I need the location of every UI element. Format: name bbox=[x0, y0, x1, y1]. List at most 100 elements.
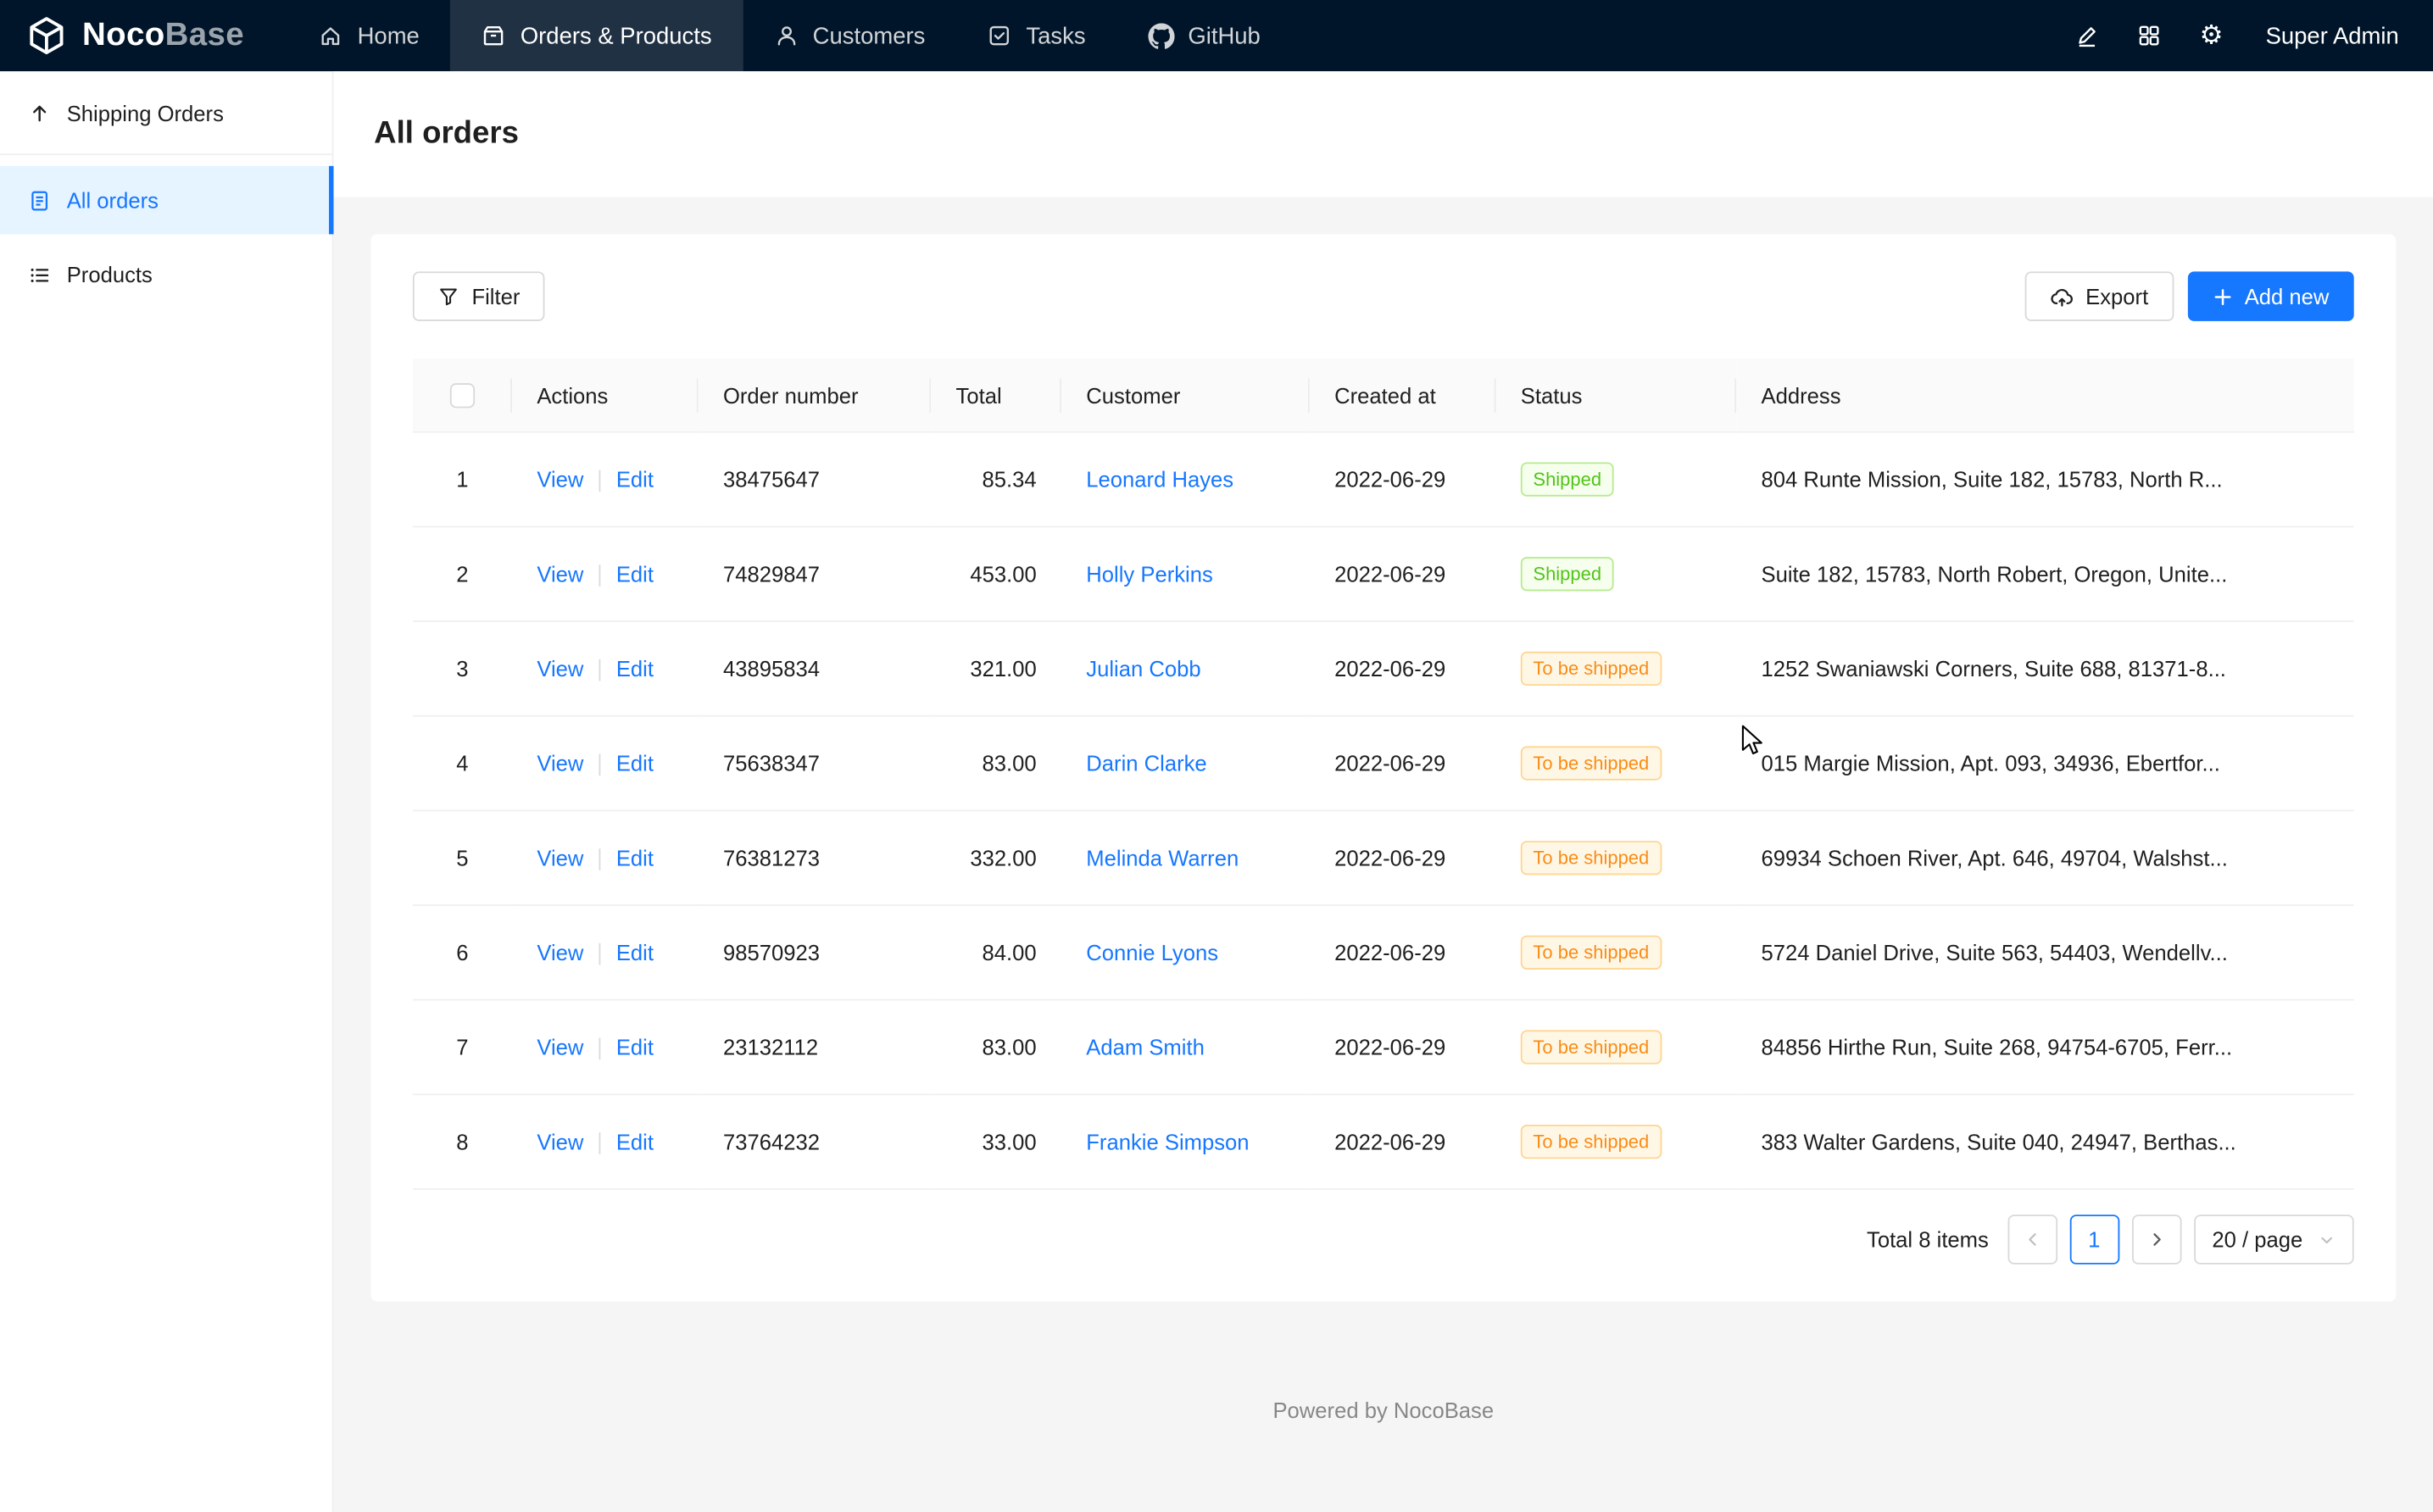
edit-link[interactable]: Edit bbox=[616, 751, 654, 775]
nav-item-orders-products[interactable]: Orders & Products bbox=[450, 0, 743, 71]
view-link[interactable]: View bbox=[537, 940, 583, 964]
pagination-total: Total 8 items bbox=[1867, 1227, 1989, 1252]
view-link[interactable]: View bbox=[537, 467, 583, 492]
filter-button[interactable]: Filter bbox=[413, 271, 545, 321]
total-cell: 332.00 bbox=[931, 811, 1061, 906]
sidebar-menu: All orders Products bbox=[0, 155, 332, 309]
status-cell: To be shipped bbox=[1496, 1000, 1737, 1095]
address-cell: 1252 Swaniawski Corners, Suite 688, 8137… bbox=[1736, 622, 2353, 717]
layout: Shipping Orders All orders bbox=[0, 71, 2433, 1512]
created-at-cell: 2022-06-29 bbox=[1310, 906, 1496, 1001]
order-number-cell: 98570923 bbox=[699, 906, 932, 1001]
column-header-created: Created at bbox=[1310, 359, 1496, 432]
main-menu: Home Orders & Products C bbox=[287, 0, 1291, 71]
nav-item-home[interactable]: Home bbox=[287, 0, 450, 71]
table-toolbar: Filter Export bbox=[413, 271, 2354, 321]
customer-link[interactable]: Connie Lyons bbox=[1086, 941, 1218, 965]
address-cell: 804 Runte Mission, Suite 182, 15783, Nor… bbox=[1736, 432, 2353, 527]
customer-cell: Julian Cobb bbox=[1061, 622, 1310, 717]
orders-file-icon bbox=[28, 188, 51, 211]
export-button[interactable]: Export bbox=[2025, 271, 2174, 321]
table-row[interactable]: 6 ViewEdit 98570923 84.00 Connie Lyons 2… bbox=[413, 906, 2354, 1001]
edit-link[interactable]: Edit bbox=[616, 657, 654, 681]
nav-item-github[interactable]: GitHub bbox=[1116, 0, 1291, 71]
gear-icon[interactable]: ⚙ bbox=[2185, 9, 2237, 62]
nocobase-logo-icon bbox=[25, 14, 68, 57]
page-number-1[interactable]: 1 bbox=[2069, 1215, 2119, 1265]
nav-item-tasks[interactable]: Tasks bbox=[956, 0, 1116, 71]
app-root: NocoBase Home Orders & Products bbox=[0, 0, 2433, 1512]
table-row[interactable]: 4 ViewEdit 75638347 83.00 Darin Clarke 2… bbox=[413, 716, 2354, 811]
table-row[interactable]: 1 ViewEdit 38475647 85.34 Leonard Hayes … bbox=[413, 432, 2354, 527]
status-cell: To be shipped bbox=[1496, 716, 1737, 811]
customer-link[interactable]: Leonard Hayes bbox=[1086, 467, 1233, 492]
orders-table: ActionsOrder numberTotalCustomerCreated … bbox=[413, 359, 2354, 1191]
address-cell: 383 Walter Gardens, Suite 040, 24947, Be… bbox=[1736, 1095, 2353, 1190]
action-divider bbox=[599, 660, 601, 682]
row-index-cell: 3 bbox=[413, 622, 512, 717]
total-cell: 85.34 bbox=[931, 432, 1061, 527]
next-page-button[interactable] bbox=[2131, 1215, 2181, 1265]
edit-link[interactable]: Edit bbox=[616, 846, 654, 870]
table-row[interactable]: 5 ViewEdit 76381273 332.00 Melinda Warre… bbox=[413, 811, 2354, 906]
add-new-button[interactable]: Add new bbox=[2187, 271, 2354, 321]
edit-link[interactable]: Edit bbox=[616, 1130, 654, 1154]
edit-link[interactable]: Edit bbox=[616, 562, 654, 586]
order-number-cell: 75638347 bbox=[699, 716, 932, 811]
table-header-row: ActionsOrder numberTotalCustomerCreated … bbox=[413, 359, 2354, 432]
cloud-upload-icon bbox=[2050, 285, 2073, 308]
customer-link[interactable]: Holly Perkins bbox=[1086, 562, 1213, 586]
view-link[interactable]: View bbox=[537, 657, 583, 681]
orders-products-icon bbox=[482, 23, 506, 47]
sidebar-item-label: All orders bbox=[67, 187, 159, 212]
nav-item-label: Customers bbox=[813, 23, 926, 49]
highlighter-icon[interactable] bbox=[2061, 9, 2113, 62]
customer-link[interactable]: Frankie Simpson bbox=[1086, 1130, 1249, 1154]
created-at-cell: 2022-06-29 bbox=[1310, 432, 1496, 527]
row-index: 8 bbox=[456, 1130, 468, 1154]
sidebar-item-products[interactable]: Products bbox=[0, 241, 332, 309]
row-index-cell: 1 bbox=[413, 432, 512, 527]
actions-cell: View Edit bbox=[512, 811, 699, 906]
view-link[interactable]: View bbox=[537, 562, 583, 586]
action-divider bbox=[599, 565, 601, 587]
customer-cell: Leonard Hayes bbox=[1061, 432, 1310, 527]
plus-icon bbox=[2212, 286, 2232, 307]
order-number-cell: 76381273 bbox=[699, 811, 932, 906]
customer-link[interactable]: Adam Smith bbox=[1086, 1035, 1205, 1059]
edit-link[interactable]: Edit bbox=[616, 940, 654, 964]
page-size-select[interactable]: 20 / page bbox=[2193, 1215, 2353, 1265]
nav-item-customers[interactable]: Customers bbox=[743, 0, 956, 71]
view-link[interactable]: View bbox=[537, 1035, 583, 1059]
row-index-cell: 7 bbox=[413, 1000, 512, 1095]
created-at-cell: 2022-06-29 bbox=[1310, 1095, 1496, 1190]
table-row[interactable]: 8 ViewEdit 73764232 33.00 Frankie Simpso… bbox=[413, 1095, 2354, 1190]
sidebar-item-all-orders[interactable]: All orders bbox=[0, 166, 332, 235]
table-row[interactable]: 2 ViewEdit 74829847 453.00 Holly Perkins… bbox=[413, 527, 2354, 622]
blocks-icon[interactable] bbox=[2123, 9, 2175, 62]
filter-icon bbox=[437, 286, 459, 308]
sidebar-item-shipping-orders[interactable]: Shipping Orders bbox=[0, 71, 332, 155]
view-link[interactable]: View bbox=[537, 846, 583, 870]
edit-link[interactable]: Edit bbox=[616, 1035, 654, 1059]
customer-link[interactable]: Darin Clarke bbox=[1086, 751, 1206, 775]
edit-link[interactable]: Edit bbox=[616, 467, 654, 492]
page-title: All orders bbox=[374, 116, 519, 152]
customer-cell: Frankie Simpson bbox=[1061, 1095, 1310, 1190]
customer-link[interactable]: Julian Cobb bbox=[1086, 657, 1200, 681]
table-row[interactable]: 7 ViewEdit 23132112 83.00 Adam Smith 202… bbox=[413, 1000, 2354, 1095]
view-link[interactable]: View bbox=[537, 751, 583, 775]
select-all-checkbox[interactable] bbox=[450, 384, 475, 409]
row-index: 7 bbox=[456, 1035, 468, 1059]
prev-page-button[interactable] bbox=[2007, 1215, 2057, 1265]
created-at-cell: 2022-06-29 bbox=[1310, 527, 1496, 622]
nocobase-logo[interactable]: NocoBase bbox=[0, 0, 287, 71]
action-divider bbox=[599, 944, 601, 966]
view-link[interactable]: View bbox=[537, 1130, 583, 1154]
current-user[interactable]: Super Admin bbox=[2266, 23, 2399, 49]
customer-link[interactable]: Melinda Warren bbox=[1086, 846, 1239, 870]
status-badge: To be shipped bbox=[1521, 1031, 1662, 1065]
action-divider bbox=[599, 470, 601, 492]
table-row[interactable]: 3 ViewEdit 43895834 321.00 Julian Cobb 2… bbox=[413, 622, 2354, 717]
column-header-actions: Actions bbox=[512, 359, 699, 432]
